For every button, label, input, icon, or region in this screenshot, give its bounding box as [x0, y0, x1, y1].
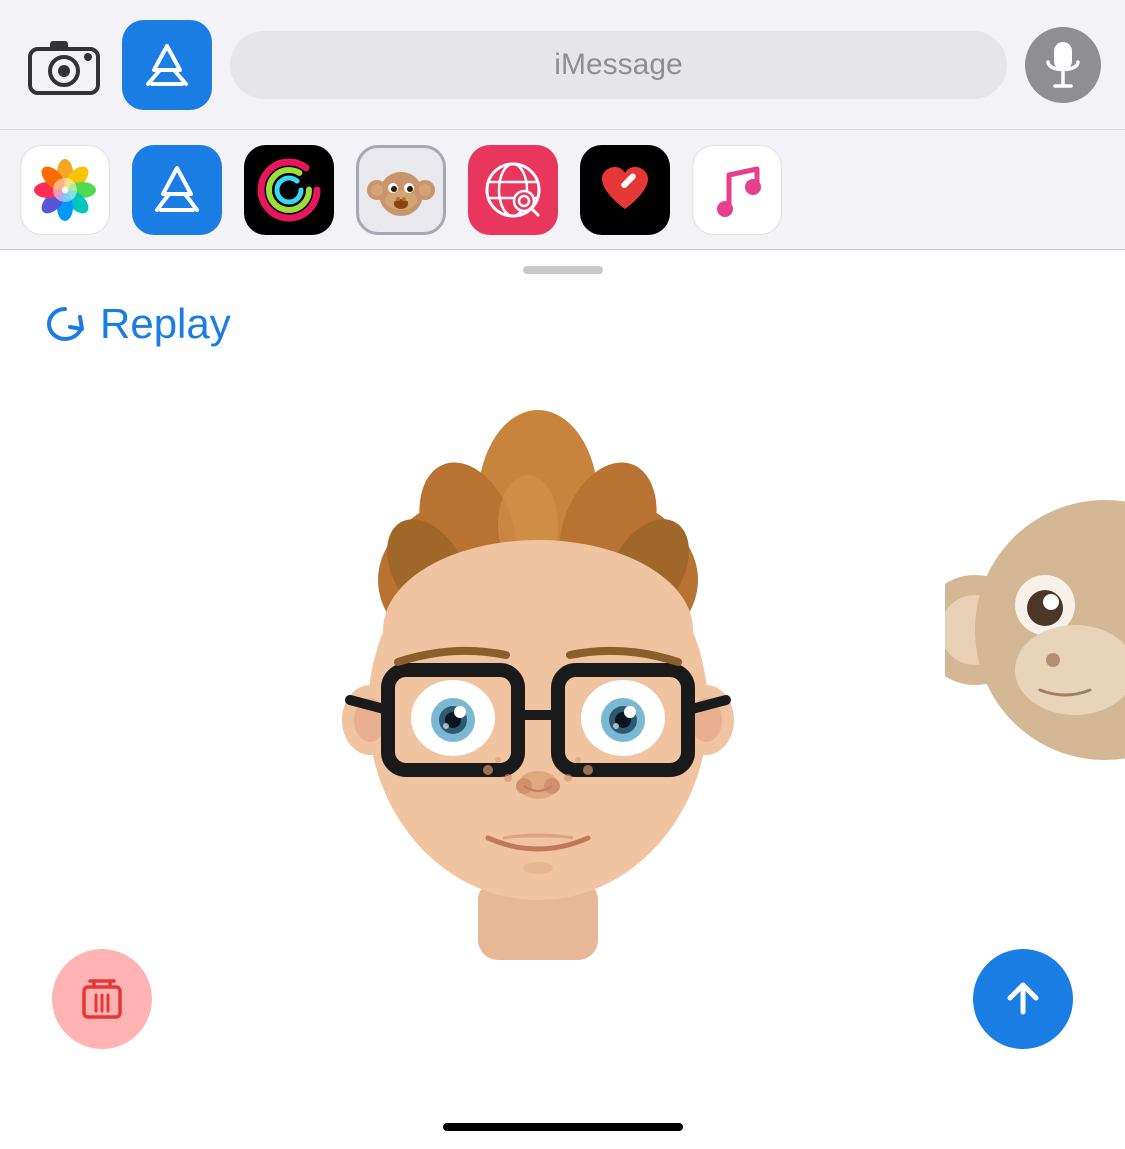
send-button[interactable]: [973, 949, 1073, 1049]
camera-button[interactable]: [24, 25, 104, 105]
search-app-icon[interactable]: [468, 145, 558, 235]
appstore-app-icon[interactable]: [132, 145, 222, 235]
photos-app-icon[interactable]: [20, 145, 110, 235]
top-toolbar: iMessage: [0, 0, 1125, 130]
heartchat-app-icon[interactable]: [580, 145, 670, 235]
imessage-input[interactable]: iMessage: [230, 31, 1007, 99]
replay-button[interactable]: Replay: [42, 300, 231, 348]
memoji-character: [288, 370, 788, 990]
replay-label: Replay: [100, 300, 231, 348]
mic-button[interactable]: [1025, 27, 1101, 103]
imessage-placeholder: iMessage: [256, 48, 981, 82]
memoji-app-icon[interactable]: [356, 145, 446, 235]
appstore-top-button[interactable]: [122, 20, 212, 110]
delete-button[interactable]: [52, 949, 152, 1049]
activity-app-icon[interactable]: [244, 145, 334, 235]
home-indicator[interactable]: [443, 1123, 683, 1131]
app-row: [0, 130, 1125, 250]
music-app-icon[interactable]: [692, 145, 782, 235]
drag-handle[interactable]: [523, 266, 603, 274]
main-content: Replay: [0, 250, 1125, 1149]
monkey-peek: [945, 450, 1125, 850]
